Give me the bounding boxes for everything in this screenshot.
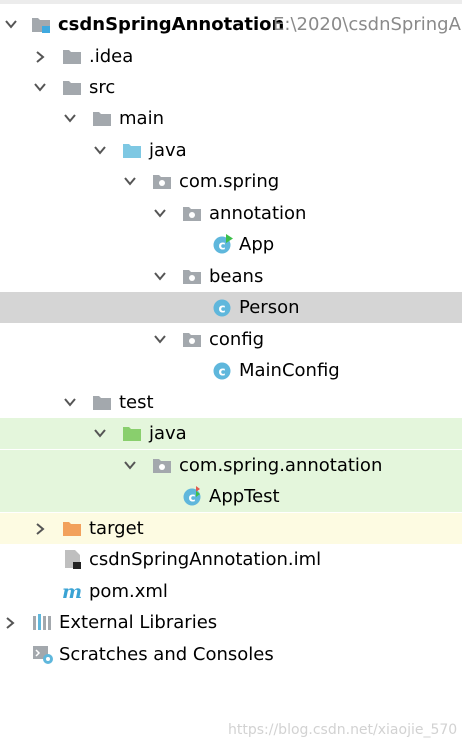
chevron-down-icon[interactable] (153, 324, 171, 355)
chevron-down-icon[interactable] (63, 387, 81, 418)
chevron-right-icon[interactable] (33, 513, 51, 544)
excluded-folder-icon (61, 513, 83, 544)
chevron-down-icon[interactable] (123, 166, 141, 197)
chevron-down-icon[interactable] (153, 261, 171, 292)
svg-text:c: c (218, 302, 225, 316)
tree-row-beans[interactable]: beans (0, 261, 462, 292)
svg-text:c: c (188, 491, 195, 505)
package-label-beans: beans (209, 266, 264, 287)
watermark: https://blog.csdn.net/xiaojie_570 (228, 722, 458, 738)
chevron-right-icon[interactable] (33, 41, 51, 72)
tree-row-apptest[interactable]: c AppTest (0, 481, 462, 512)
chevron-down-icon[interactable] (33, 72, 51, 103)
folder-label-java: java (149, 140, 187, 161)
tree-row-test[interactable]: test (0, 387, 462, 418)
external-libraries-label: External Libraries (59, 612, 218, 633)
svg-text:c: c (218, 239, 225, 253)
class-icon: c (211, 292, 233, 323)
tree-row-external-libraries[interactable]: External Libraries (0, 607, 462, 638)
tree-row-config[interactable]: config (0, 324, 462, 355)
project-name: csdnSpringAnnotation (58, 14, 285, 35)
package-icon (151, 450, 173, 481)
tree-row-iml[interactable]: csdnSpringAnnotation.iml (0, 544, 462, 575)
chevron-down-icon[interactable] (63, 103, 81, 134)
runnable-class-icon: c (211, 229, 233, 260)
folder-label-src: src (89, 77, 116, 98)
tree-row-main[interactable]: main (0, 103, 462, 134)
folder-label-target: target (89, 518, 144, 539)
tree-row-main-java[interactable]: java (0, 135, 462, 166)
tree-row-project-root[interactable]: csdnSpringAnnotation E:\2020\csdnSpringA… (0, 9, 462, 40)
folder-label-test: test (119, 392, 154, 413)
project-path: E:\2020\csdnSpringAnnotation (273, 14, 462, 35)
maven-file-icon: m (61, 576, 83, 607)
folder-icon (91, 103, 113, 134)
folder-label-idea: .idea (89, 46, 134, 67)
chevron-down-icon[interactable] (93, 135, 111, 166)
svg-text:c: c (218, 365, 225, 379)
package-icon (181, 324, 203, 355)
tree-row-test-java[interactable]: java (0, 418, 462, 449)
class-label-person: Person (239, 297, 300, 318)
test-source-folder-icon (121, 418, 143, 449)
tool-window-header-edge (0, 0, 462, 4)
tree-row-app[interactable]: c App (0, 229, 462, 260)
project-tree: csdnSpringAnnotation E:\2020\csdnSpringA… (0, 0, 462, 752)
library-icon (31, 607, 53, 638)
package-label-com-spring: com.spring (179, 171, 280, 192)
package-icon (181, 261, 203, 292)
tree-row-mainconfig[interactable]: c MainConfig (0, 355, 462, 386)
scratches-label: Scratches and Consoles (59, 644, 274, 665)
module-folder-icon (30, 9, 52, 40)
svg-text:m: m (62, 581, 82, 602)
tree-row-annotation[interactable]: annotation (0, 198, 462, 229)
class-label-mainconfig: MainConfig (239, 360, 340, 381)
package-icon (181, 198, 203, 229)
tree-row-pom[interactable]: m pom.xml (0, 576, 462, 607)
package-label-config: config (209, 329, 265, 350)
class-label-app: App (239, 234, 275, 255)
folder-icon (61, 41, 83, 72)
package-label-com-spring-annotation: com.spring.annotation (179, 455, 383, 476)
tree-row-test-package[interactable]: com.spring.annotation (0, 450, 462, 481)
folder-label-main: main (119, 108, 164, 129)
test-class-icon: c (181, 481, 203, 512)
folder-icon (91, 387, 113, 418)
scratches-icon (31, 639, 53, 670)
chevron-down-icon[interactable] (123, 450, 141, 481)
chevron-down-icon[interactable] (153, 198, 171, 229)
class-label-apptest: AppTest (209, 486, 280, 507)
tree-row-target[interactable]: target (0, 513, 462, 544)
file-label-iml: csdnSpringAnnotation.iml (89, 549, 322, 570)
folder-icon (61, 72, 83, 103)
package-icon (151, 166, 173, 197)
class-icon: c (211, 355, 233, 386)
source-folder-icon (121, 135, 143, 166)
iml-file-icon (61, 544, 83, 575)
tree-row-com-spring[interactable]: com.spring (0, 166, 462, 197)
chevron-down-icon[interactable] (4, 9, 22, 40)
tree-row-person[interactable]: c Person (0, 292, 462, 323)
chevron-down-icon[interactable] (93, 418, 111, 449)
chevron-right-icon[interactable] (3, 607, 21, 638)
tree-row-src[interactable]: src (0, 72, 462, 103)
package-label-annotation: annotation (209, 203, 307, 224)
file-label-pom: pom.xml (89, 581, 168, 602)
folder-label-test-java: java (149, 423, 187, 444)
tree-row-idea[interactable]: .idea (0, 41, 462, 72)
tree-row-scratches[interactable]: Scratches and Consoles (0, 639, 462, 670)
